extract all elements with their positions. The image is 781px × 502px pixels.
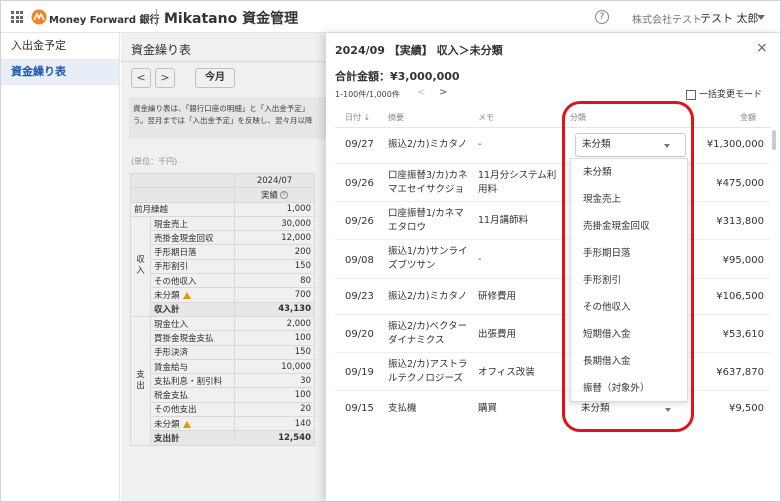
bulk-mode-label: 一括変更モード	[699, 90, 763, 100]
money-forward-logo-icon	[31, 9, 47, 25]
row-date: 09/27	[345, 139, 374, 150]
transaction-row[interactable]: 09/27 振込2/カ)ミカタノ - ¥1,300,000	[335, 128, 771, 164]
overlay-dim	[121, 33, 331, 501]
column-memo: メモ	[478, 113, 494, 122]
row-memo: 11月講師料	[478, 215, 529, 226]
transaction-row[interactable]: 09/20 振込2/カ)ベクター ダイナミクス 出張費用 ¥53,610	[335, 315, 771, 353]
row-description: 振込2/カ)ミカタノ	[388, 139, 468, 150]
row-date: 09/26	[345, 216, 374, 227]
row-amount: ¥95,000	[722, 255, 764, 266]
row-date: 09/26	[345, 178, 374, 189]
product-name: Mikatano 資金管理	[164, 11, 299, 27]
row-memo: 出張費用	[478, 329, 517, 340]
row-date: 09/20	[345, 329, 374, 340]
row-amount: ¥313,800	[716, 216, 764, 227]
row-description: 口座振替3/カ)カネ マエセイサクジョ	[388, 170, 468, 195]
transaction-row[interactable]: 09/08 振込1/カ)サンライ ズブツサン - ¥95,000	[335, 240, 771, 279]
prev-page-icon[interactable]: <	[417, 87, 425, 98]
row-amount: ¥53,610	[722, 329, 764, 340]
user-menu[interactable]: テスト 太郎	[700, 10, 759, 26]
detail-panel: 2024/09 【実績】 収入＞未分類 × 合計金額：¥3,000,000 1-…	[326, 33, 780, 501]
highlight-annotation	[562, 101, 694, 432]
row-amount: ¥106,500	[716, 291, 764, 302]
row-memo: オフィス改装	[478, 367, 535, 378]
sidebar-item-cashflow[interactable]: 資金繰り表	[1, 59, 119, 85]
panel-title: 2024/09 【実績】 収入＞未分類	[335, 44, 503, 57]
bulk-mode-checkbox[interactable]	[686, 89, 696, 100]
row-memo: -	[478, 254, 482, 265]
row-description: 振込2/カ)アストラ ルテクノロジーズ	[388, 359, 468, 384]
brand-name: Money Forward 銀行	[49, 15, 160, 26]
transaction-row[interactable]: 09/23 振込2/カ)ミカタノ 研修費用 ¥106,500	[335, 279, 771, 315]
row-memo: 購買	[478, 403, 498, 414]
row-description: 振込2/カ)ベクター ダイナミクス	[388, 321, 468, 346]
close-icon[interactable]: ×	[756, 40, 768, 56]
row-amount: ¥475,000	[716, 178, 764, 189]
app-header: Money Forward 銀行 Mikatano 資金管理 ? 株式会社テスト…	[1, 1, 780, 33]
company-name: 株式会社テスト	[632, 15, 702, 26]
transaction-row[interactable]: 09/15 支払機 購買 ¥9,500	[335, 391, 771, 427]
row-date: 09/23	[345, 291, 374, 302]
transaction-row[interactable]: 09/26 口座振替1/カネマ エタロウ 11月講師料 ¥313,800	[335, 202, 771, 240]
transaction-row[interactable]: 09/19 振込2/カ)アストラ ルテクノロジーズ オフィス改装 ¥637,87…	[335, 353, 771, 391]
chevron-down-icon[interactable]	[757, 15, 765, 20]
header-divider	[156, 9, 157, 26]
pagination-range: 1-100件/1,000件	[335, 90, 400, 99]
column-description: 摘要	[388, 113, 404, 122]
next-page-icon[interactable]: >	[439, 87, 447, 98]
row-amount: ¥9,500	[729, 403, 764, 414]
row-date: 09/15	[345, 403, 374, 414]
column-amount: 金額	[740, 113, 756, 122]
bulk-mode-toggle[interactable]: 一括変更モード	[686, 87, 762, 100]
help-icon[interactable]: ?	[595, 10, 609, 24]
scrollbar-thumb[interactable]	[772, 130, 776, 150]
row-amount: ¥637,870	[716, 367, 764, 378]
total-amount: 合計金額：¥3,000,000	[335, 70, 460, 83]
app-grid-icon[interactable]	[11, 11, 23, 23]
transaction-row[interactable]: 09/26 口座振替3/カ)カネ マエセイサクジョ 11月分システム利 用料 ¥…	[335, 164, 771, 202]
row-memo: 研修費用	[478, 291, 517, 302]
row-memo: 11月分システム利 用料	[478, 170, 557, 195]
column-date[interactable]: 日付 ↓	[345, 112, 370, 123]
row-date: 09/19	[345, 367, 374, 378]
sidebar: 入出金予定 資金繰り表	[1, 33, 120, 501]
row-memo: -	[478, 139, 482, 150]
row-description: 振込1/カ)サンライ ズブツサン	[388, 246, 468, 271]
sidebar-item-schedule[interactable]: 入出金予定	[1, 33, 119, 59]
row-amount: ¥1,300,000	[706, 139, 764, 150]
row-description: 振込2/カ)ミカタノ	[388, 291, 468, 302]
row-date: 09/08	[345, 255, 374, 266]
row-description: 口座振替1/カネマ エタロウ	[388, 208, 464, 233]
row-description: 支払機	[388, 403, 417, 414]
